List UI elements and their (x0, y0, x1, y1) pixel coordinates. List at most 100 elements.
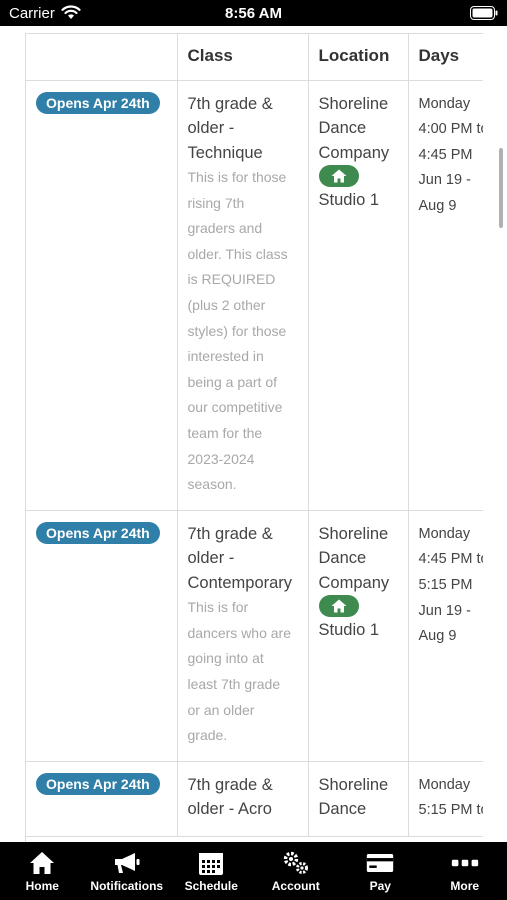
days-cell: Monday 5:15 PM to (408, 761, 484, 837)
app-screen: Carrier 8:56 AM Class Location Days Open… (0, 0, 507, 900)
class-description-line: rising 7th (187, 194, 245, 211)
credit-card-icon (366, 849, 394, 877)
class-description-line: going into at (187, 650, 264, 667)
status-cell: Opens Apr 24th (26, 510, 178, 762)
location-line: Shoreline (318, 775, 389, 794)
class-title-line: older - Acro (187, 800, 272, 819)
class-title-line: 7th grade & (187, 775, 273, 794)
opens-badge: Opens Apr 24th (36, 91, 160, 114)
location-room: Studio 1 (318, 191, 380, 209)
class-table-container[interactable]: Class Location Days Opens Apr 24th 7th gr… (25, 33, 483, 842)
column-header-status (26, 34, 178, 81)
location-line: Dance (318, 119, 367, 137)
class-title-line: 7th grade & (187, 524, 273, 543)
scrollbar[interactable] (499, 148, 503, 228)
days-line: Jun 19 - (418, 602, 471, 619)
tab-account[interactable]: Account (254, 842, 339, 900)
class-description-line: This is for those (187, 169, 287, 185)
column-header-class: Class (177, 34, 309, 81)
class-description-line: season. (187, 476, 237, 493)
class-description-line: graders and (187, 220, 263, 237)
class-description-line: This is for (187, 599, 249, 616)
home-location-icon (318, 595, 359, 618)
location-line: Dance (318, 800, 367, 819)
location-room: Studio 1 (318, 621, 380, 640)
battery-icon (470, 6, 498, 20)
bottom-tab-bar: Home Notifications Schedule Account Pay … (0, 842, 507, 900)
class-description-line: (plus 2 other (187, 296, 266, 313)
location-line: Dance (318, 549, 367, 568)
class-description-line: older. This class (187, 245, 288, 262)
days-line: 4:45 PM to (418, 551, 484, 568)
opens-badge: Opens Apr 24th (36, 772, 160, 795)
class-title-line: Contemporary (187, 573, 293, 592)
tab-more[interactable]: More (423, 842, 507, 900)
class-description-line: least 7th grade (187, 676, 281, 692)
tab-pay-label: Pay (369, 879, 391, 893)
location-cell: Shoreline Dance (308, 761, 409, 837)
tab-more-label: More (450, 879, 480, 893)
clock-time: 8:56 AM (225, 5, 282, 22)
table-row[interactable]: Opens Apr 24th 7th grade & older - Techniqu… (26, 80, 484, 511)
days-line: Monday (418, 525, 471, 542)
location-cell: Shoreline Dance Company Studio 1 (308, 510, 409, 762)
class-cell[interactable]: 7th grade & older - Acro (177, 761, 309, 837)
more-dots-icon (451, 849, 479, 877)
class-title-line: older - (187, 119, 235, 137)
home-icon (28, 849, 56, 877)
class-title-line: older - (187, 549, 235, 568)
class-description-line: is REQUIRED (187, 271, 276, 288)
days-cell: Monday 4:45 PM to 5:15 PM Jun 19 - Aug 9 (408, 510, 484, 762)
table-row[interactable]: Opens Apr 24th 7th grade & older - Contempo… (26, 510, 484, 762)
class-description-line: 2023-2024 (187, 450, 255, 467)
class-table: Class Location Days Opens Apr 24th 7th gr… (26, 34, 483, 837)
days-line: 5:15 PM to (418, 802, 484, 819)
tab-home-label: Home (25, 879, 59, 893)
class-title-line: Technique (187, 143, 263, 162)
class-description-line: team for the (187, 424, 263, 441)
calendar-icon (197, 849, 225, 877)
schedule-content[interactable]: Class Location Days Opens Apr 24th 7th gr… (0, 26, 507, 842)
tab-schedule-label: Schedule (184, 879, 238, 893)
days-line: 4:00 PM to (418, 121, 484, 138)
table-header-row: Class Location Days (26, 34, 483, 81)
days-line: Monday (418, 95, 471, 112)
table-body: Opens Apr 24th 7th grade & older - Techniqu… (26, 80, 484, 837)
class-description-line: styles) for those (187, 322, 287, 339)
location-line: Company (318, 143, 390, 162)
tab-pay[interactable]: Pay (338, 842, 423, 900)
status-bar: Carrier 8:56 AM (0, 0, 507, 26)
tab-account-label: Account (271, 879, 320, 893)
days-line: Aug 9 (418, 628, 457, 645)
days-line: Aug 9 (418, 197, 457, 214)
days-line: Monday (418, 776, 471, 793)
status-cell: Opens Apr 24th (26, 761, 178, 837)
class-description-line: our competitive (187, 399, 283, 416)
status-cell: Opens Apr 24th (26, 80, 178, 511)
days-line: 5:15 PM (418, 576, 473, 593)
tab-notifications[interactable]: Notifications (85, 842, 170, 900)
home-location-icon (318, 165, 359, 187)
days-cell: Monday 4:00 PM to 4:45 PM Jun 19 - Aug 9 (408, 80, 484, 511)
class-title-line: 7th grade & (187, 94, 273, 113)
location-line: Shoreline (318, 524, 389, 543)
gears-icon (282, 849, 310, 877)
class-description-line: interested in (187, 348, 264, 365)
class-description-line: dancers who are (187, 624, 292, 641)
class-description-line: grade. (187, 727, 228, 744)
location-line: Shoreline (318, 94, 389, 113)
class-description-line: being a part of (187, 373, 278, 390)
column-header-location: Location (308, 34, 409, 81)
tab-schedule[interactable]: Schedule (169, 842, 254, 900)
class-cell[interactable]: 7th grade & older - Contemporary This is fo… (177, 510, 309, 762)
tab-notifications-label: Notifications (90, 879, 164, 893)
megaphone-icon (113, 849, 141, 877)
opens-badge: Opens Apr 24th (36, 521, 160, 544)
location-cell: Shoreline Dance Company Studio 1 (308, 80, 409, 511)
class-description-line: or an older (187, 701, 255, 718)
class-cell[interactable]: 7th grade & older - Technique This is for t… (177, 80, 309, 511)
table-row[interactable]: Opens Apr 24th 7th grade & older - Acro Sho… (26, 761, 484, 837)
days-line: 4:45 PM (418, 146, 473, 163)
tab-home[interactable]: Home (0, 842, 85, 900)
column-header-days: Days (408, 34, 483, 81)
